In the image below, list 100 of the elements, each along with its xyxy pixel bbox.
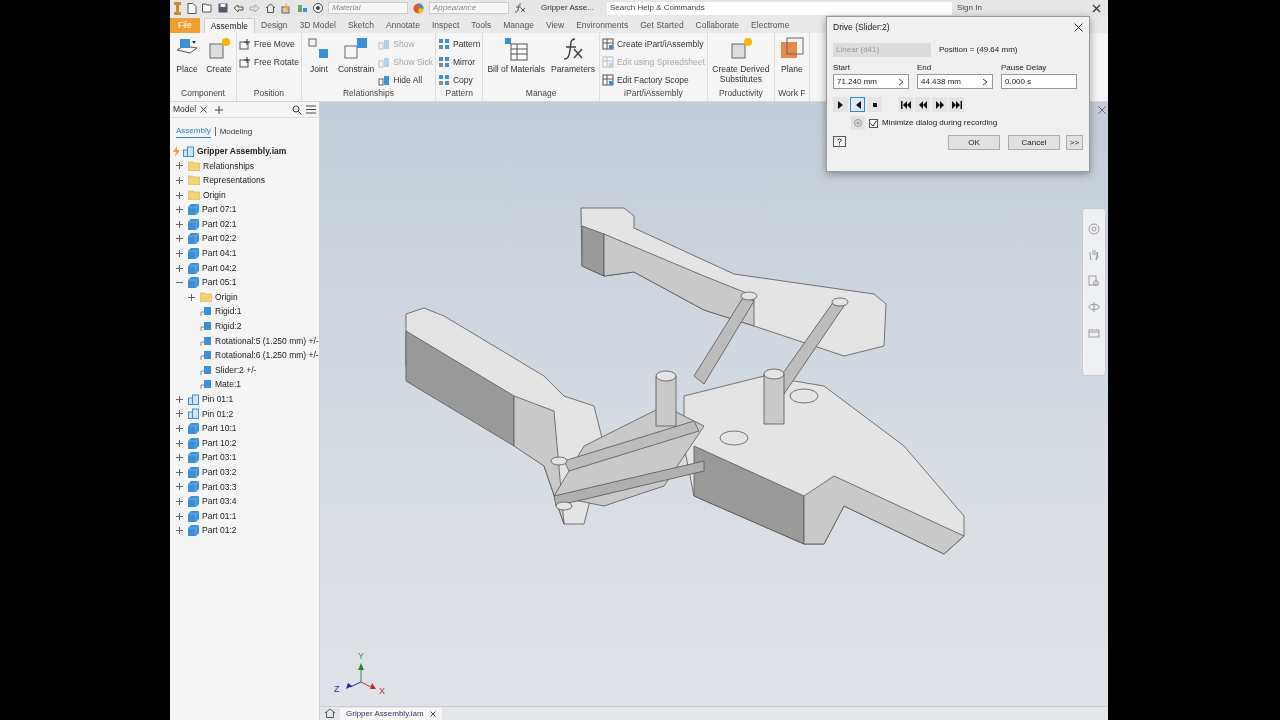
tree-item[interactable]: Pin 01:1 xyxy=(202,393,234,406)
ribbon-tab[interactable]: Inspect xyxy=(425,18,466,33)
tree-item[interactable]: Mate:1 xyxy=(215,378,241,392)
playback-button[interactable] xyxy=(898,97,913,112)
ribbon-button[interactable]: Joint xyxy=(303,36,334,87)
menu-icon[interactable] xyxy=(306,105,316,114)
ribbon-button[interactable]: Free Rotate xyxy=(239,55,299,69)
tree-item[interactable]: Slider:2 +/- xyxy=(215,363,257,377)
playback-button[interactable] xyxy=(932,97,947,112)
tree-item[interactable]: Pin 01:2 xyxy=(202,407,234,421)
panel-title[interactable]: Relationships xyxy=(303,87,433,101)
dialog-button[interactable]: Cancel xyxy=(1008,135,1060,150)
ribbon-button[interactable]: Free Move xyxy=(239,38,299,51)
ribbon-tab[interactable]: View xyxy=(539,18,571,33)
browser-subtab[interactable]: Modeling xyxy=(219,125,253,138)
expand-icon[interactable] xyxy=(176,439,183,447)
tree-item[interactable]: Relationships xyxy=(203,159,255,173)
panel-title[interactable]: Pattern xyxy=(437,87,481,101)
save-icon[interactable] xyxy=(218,3,228,13)
chevron-icon[interactable] xyxy=(981,77,989,86)
tree-item[interactable]: Rotational:6 (1.250 mm) +/- xyxy=(215,349,319,362)
checkbox[interactable] xyxy=(869,118,878,128)
expand-icon[interactable] xyxy=(176,498,183,506)
ribbon-button[interactable]: Parameters xyxy=(549,36,597,87)
ribbon-tab[interactable]: 3D Model xyxy=(293,18,342,33)
expand-icon[interactable] xyxy=(176,264,183,272)
measure-icon[interactable] xyxy=(297,3,308,13)
ribbon-button[interactable]: Place xyxy=(172,36,202,87)
playback-button[interactable] xyxy=(833,97,848,112)
ribbon-button[interactable]: Hide All xyxy=(378,73,433,87)
panel-title[interactable]: Component xyxy=(172,87,234,101)
panel-title[interactable]: Work F xyxy=(776,87,807,101)
expand-icon[interactable] xyxy=(176,177,183,184)
help-icon[interactable] xyxy=(833,136,846,149)
tree-item[interactable]: Rotational:5 (1.250 mm) +/- xyxy=(215,334,319,348)
home-icon[interactable] xyxy=(265,3,276,13)
tree-item[interactable]: Gripper Assembly.iam xyxy=(197,144,287,158)
tree-item[interactable]: Part 07:1 xyxy=(202,203,237,217)
expand-icon[interactable] xyxy=(176,468,183,476)
ribbon-tab[interactable]: Manage xyxy=(497,18,540,33)
expand-icon[interactable] xyxy=(176,235,183,243)
search-field[interactable]: Search Help & Commands xyxy=(606,1,952,15)
chevron-icon[interactable] xyxy=(897,77,905,86)
material-icon[interactable] xyxy=(313,3,323,13)
tree-item[interactable]: Part 10:2 xyxy=(202,436,237,450)
document-tab[interactable]: Gripper Assembly.iam xyxy=(340,708,442,720)
ribbon-button[interactable]: Bill of Materials xyxy=(485,36,547,87)
ribbon-button[interactable]: Plane xyxy=(776,36,807,87)
ribbon-tab[interactable]: Electrome xyxy=(745,18,796,33)
tree-item[interactable]: Origin xyxy=(215,290,238,304)
expand-icon[interactable] xyxy=(176,162,183,170)
add-icon[interactable] xyxy=(215,105,224,114)
playback-button[interactable] xyxy=(850,97,865,112)
tree-item[interactable]: Part 05:1 xyxy=(202,276,237,289)
ribbon-tab[interactable]: Tools xyxy=(465,18,498,33)
playback-button[interactable] xyxy=(949,97,964,112)
search-icon[interactable] xyxy=(292,104,302,115)
ribbon-button[interactable]: Create Derived Substitutes xyxy=(709,36,772,87)
tree-item[interactable]: Part 03:2 xyxy=(202,466,237,479)
ribbon-tab[interactable]: Collaborate xyxy=(689,18,746,33)
ribbon-button[interactable]: Edit Factory Scope xyxy=(601,73,705,87)
ribbon-button[interactable]: Constrain xyxy=(335,36,377,87)
expand-icon[interactable] xyxy=(176,249,183,257)
tree-item[interactable]: Origin xyxy=(203,188,226,202)
tree-item[interactable]: Part 10:1 xyxy=(202,422,237,435)
tree-item[interactable]: Part 01:1 xyxy=(202,509,237,523)
expand-icon[interactable] xyxy=(176,191,183,199)
ribbon-button[interactable]: Pattern xyxy=(437,38,481,51)
ribbon-tab[interactable]: Annotate xyxy=(379,18,426,33)
appearance-dropdown[interactable]: Appearance xyxy=(429,2,509,14)
update-icon[interactable] xyxy=(281,2,292,14)
undo-icon[interactable] xyxy=(233,3,244,13)
close-icon[interactable] xyxy=(429,711,436,717)
playback-button[interactable] xyxy=(867,97,882,112)
expand-icon[interactable] xyxy=(176,206,183,214)
ribbon-button[interactable]: Mirror xyxy=(437,55,481,69)
tree-item[interactable]: Rigid:1 xyxy=(215,305,242,319)
panel-title[interactable]: Position xyxy=(239,87,299,101)
browser-subtab[interactable]: Assembly xyxy=(176,125,211,138)
appearance-icon[interactable] xyxy=(413,2,424,14)
expand-icon[interactable] xyxy=(176,425,183,433)
tree-item[interactable]: Part 02:2 xyxy=(202,232,237,246)
panel-title[interactable]: Productivity xyxy=(709,87,772,101)
new-file-icon[interactable] xyxy=(187,2,197,14)
expand-icon[interactable] xyxy=(176,483,183,491)
fx-icon[interactable] xyxy=(514,3,526,13)
close-icon[interactable] xyxy=(1092,3,1101,13)
value-field[interactable]: 0.000 s xyxy=(1001,74,1077,89)
tree-item[interactable]: Part 03:1 xyxy=(202,451,237,465)
expand-icon[interactable] xyxy=(176,220,183,228)
value-field[interactable]: 71.240 mm xyxy=(833,74,909,89)
dialog-button[interactable]: OK xyxy=(948,135,1000,150)
dialog-button[interactable]: >> xyxy=(1066,135,1083,150)
tree-item[interactable]: Part 01:2 xyxy=(202,524,237,538)
ribbon-tab[interactable]: Sketch xyxy=(341,18,380,33)
ribbon-tab[interactable]: Environments xyxy=(570,18,635,33)
material-dropdown[interactable]: Material xyxy=(328,2,408,14)
ribbon-tab[interactable]: Design xyxy=(255,18,294,33)
close-icon[interactable] xyxy=(200,106,208,113)
expand-icon[interactable] xyxy=(176,410,183,418)
